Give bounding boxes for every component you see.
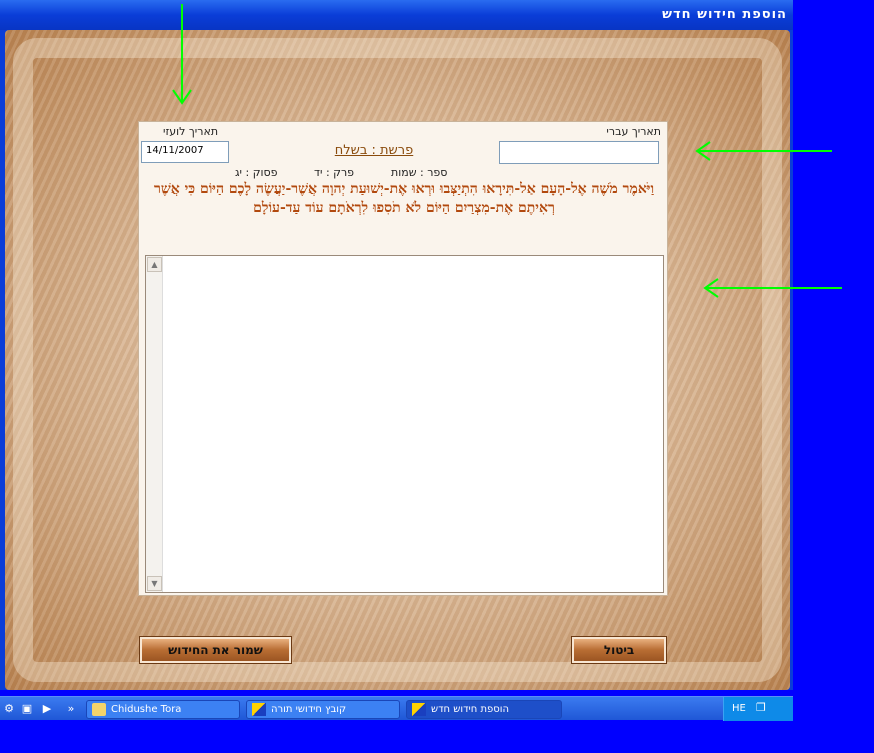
taskbar-task[interactable]: קובץ חידושי תורה bbox=[246, 700, 400, 719]
taskbar-task[interactable]: Chidushe Tora bbox=[86, 700, 240, 719]
verse-text: וַיֹּאמֶר מֹשֶׁה אֶל-הָעָם אַל-תִּירָאוּ… bbox=[153, 181, 655, 216]
cancel-button[interactable]: ביטול bbox=[572, 637, 666, 663]
decorative-frame: תאריך עברי תאריך לועזי 14/11/2007 פרשת :… bbox=[5, 30, 790, 690]
title-bar[interactable]: הוספת חידוש חדש bbox=[0, 0, 793, 30]
textarea-scrollbar[interactable]: ▲ ▼ bbox=[146, 256, 163, 592]
task-label: קובץ חידושי תורה bbox=[271, 704, 347, 715]
pasuk-label: פסוק : יג bbox=[235, 166, 278, 179]
taskbar: ⚙ ▣ ▶ » Chidushe Tora קובץ חידושי תורה ה… bbox=[0, 696, 793, 721]
system-tray: HE ❐ bbox=[723, 697, 793, 721]
chevron-more-icon[interactable]: » bbox=[64, 702, 78, 716]
scroll-down-icon[interactable]: ▼ bbox=[147, 576, 162, 591]
folder-icon[interactable]: ▣ bbox=[20, 702, 34, 716]
task-label: הוספת חידוש חדש bbox=[431, 704, 510, 715]
form-panel: תאריך עברי תאריך לועזי 14/11/2007 פרשת :… bbox=[138, 121, 668, 596]
annotation-arrow-down-icon bbox=[172, 4, 192, 105]
task-label: Chidushe Tora bbox=[111, 704, 182, 715]
chiddush-textarea[interactable]: ▲ ▼ bbox=[145, 255, 664, 593]
app-icon bbox=[412, 703, 426, 716]
media-player-icon[interactable]: ▶ bbox=[40, 702, 54, 716]
scroll-up-icon[interactable]: ▲ bbox=[147, 257, 162, 272]
sefer-label: ספר : שמות bbox=[391, 166, 448, 179]
hebrew-date-input[interactable] bbox=[499, 141, 659, 164]
restore-window-icon[interactable]: ❐ bbox=[756, 701, 766, 714]
app-window: הוספת חידוש חדש תאריך עברי תאריך לועזי 1… bbox=[0, 0, 793, 690]
annotation-arrow-left-icon bbox=[695, 141, 832, 161]
language-indicator[interactable]: HE bbox=[732, 703, 746, 714]
parsha-label: פרשת : בשלח bbox=[334, 143, 414, 158]
window-title: הוספת חידוש חדש bbox=[662, 7, 787, 22]
quicklaunch-icon[interactable]: ⚙ bbox=[2, 702, 16, 716]
annotation-arrow-left-icon bbox=[703, 278, 842, 298]
gregorian-date-input[interactable]: 14/11/2007 bbox=[141, 141, 229, 163]
gregorian-date-label: תאריך לועזי bbox=[163, 125, 219, 138]
app-icon bbox=[252, 703, 266, 716]
hebrew-date-label: תאריך עברי bbox=[606, 125, 661, 138]
perek-label: פרק : יד bbox=[314, 166, 355, 179]
taskbar-task[interactable]: הוספת חידוש חדש bbox=[406, 700, 562, 719]
save-button[interactable]: שמור את החידוש bbox=[140, 637, 291, 663]
folder-icon bbox=[92, 703, 106, 716]
